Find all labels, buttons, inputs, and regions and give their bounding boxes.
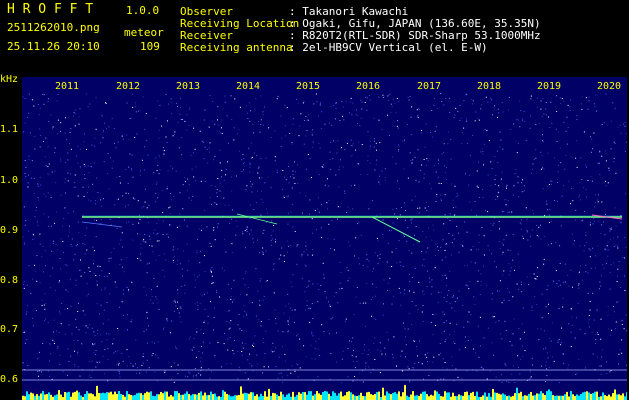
app-name: H R O F F T — [7, 2, 94, 17]
datetime: 25.11.26 20:10 — [7, 40, 100, 53]
antenna-value: : 2el-HB9CV Vertical (el. E-W) — [289, 41, 488, 54]
y-tick-label: 0.6 — [0, 374, 19, 385]
x-tick-label: 2011 — [55, 81, 79, 92]
y-tick-label: 1.0 — [0, 175, 19, 186]
spectrogram-background — [22, 77, 627, 400]
y-axis-unit: kHz — [0, 74, 19, 85]
x-tick-label: 2014 — [236, 81, 260, 92]
x-tick-label: 2019 — [537, 81, 561, 92]
y-tick-label: 0.8 — [0, 275, 19, 286]
y-tick-label: 0.7 — [0, 324, 19, 335]
header-panel: H R O F F T 1.0.0 2511262010.png meteor … — [0, 0, 629, 74]
x-tick-label: 2018 — [477, 81, 501, 92]
x-tick-label: 2013 — [176, 81, 200, 92]
x-tick-label: 2017 — [417, 81, 441, 92]
x-tick-label: 2015 — [296, 81, 320, 92]
y-tick-label: 0.9 — [0, 225, 19, 236]
x-tick-label: 2020 — [597, 81, 621, 92]
filename: 2511262010.png — [7, 21, 100, 34]
detection-count: 109 — [140, 40, 160, 53]
mode-label: meteor — [124, 26, 164, 39]
app-version: 1.0.0 — [126, 4, 160, 17]
antenna-label: Receiving antenna — [180, 41, 293, 54]
x-tick-label: 2016 — [356, 81, 380, 92]
x-tick-label: 2012 — [116, 81, 140, 92]
spectrogram-plot: 2011 2012 2013 2014 2015 2016 2017 2018 … — [22, 77, 627, 400]
y-tick-label: 1.1 — [0, 124, 19, 135]
